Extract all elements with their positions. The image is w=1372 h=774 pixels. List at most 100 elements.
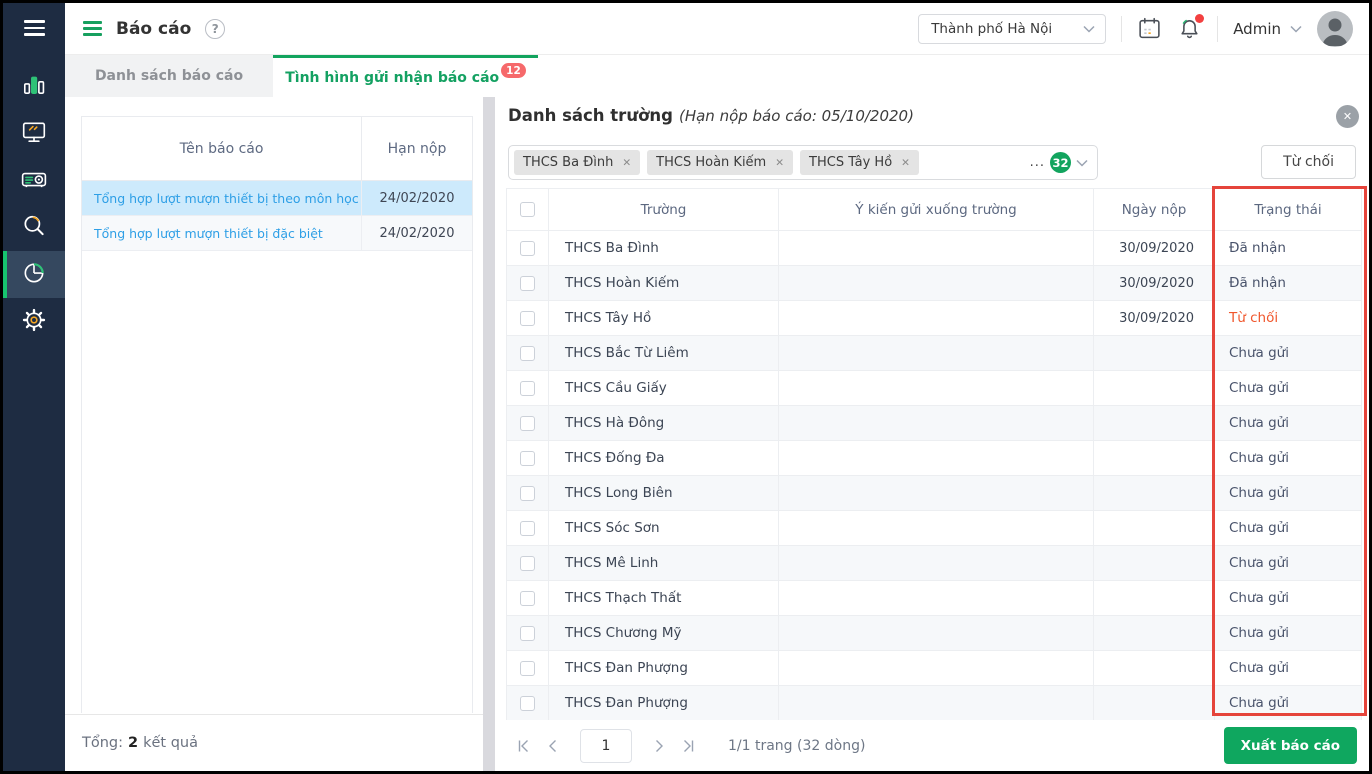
filter-tag: THCS Tây Hồ ✕ — [800, 150, 919, 175]
panel-splitter[interactable] — [483, 97, 495, 771]
report-table-header: Tên báo cáo Hạn nộp — [82, 117, 472, 181]
calendar-icon[interactable] — [1137, 16, 1162, 41]
row-checkbox[interactable] — [520, 695, 535, 711]
status-label: Chưa gửi — [1215, 581, 1362, 616]
tab-send-receive-status[interactable]: Tình hình gửi nhận báo cáo 12 — [273, 55, 538, 97]
status-label: Chưa gửi — [1215, 616, 1362, 651]
export-report-button[interactable]: Xuất báo cáo — [1223, 727, 1357, 764]
row-checkbox[interactable] — [520, 345, 535, 361]
report-table: Tên báo cáo Hạn nộp Tổng hợp lượt mượn t… — [81, 116, 473, 713]
region-select-value: Thành phố Hà Nội — [931, 20, 1053, 37]
notification-bell-icon[interactable] — [1177, 14, 1205, 41]
user-menu[interactable]: Admin — [1233, 20, 1302, 38]
tab-badge: 12 — [501, 63, 526, 78]
sidebar-menu-icon[interactable] — [23, 20, 45, 36]
reject-button[interactable]: Từ chối — [1261, 145, 1356, 179]
submit-date: 30/09/2020 — [1094, 231, 1215, 266]
avatar[interactable] — [1317, 10, 1353, 47]
page-title: Báo cáo — [116, 18, 192, 39]
chevron-down-icon — [1290, 25, 1302, 33]
school-name: THCS Chương Mỹ — [549, 616, 779, 651]
row-checkbox[interactable] — [520, 240, 535, 256]
submit-date — [1094, 581, 1215, 616]
school-filter-multiselect[interactable]: THCS Ba Đình ✕ THCS Hoàn Kiếm ✕ THCS Tây… — [508, 145, 1098, 180]
submit-date — [1094, 476, 1215, 511]
status-label: Chưa gửi — [1215, 441, 1362, 476]
school-name: THCS Đống Đa — [549, 441, 779, 476]
status-label: Chưa gửi — [1215, 476, 1362, 511]
school-comment — [779, 266, 1094, 301]
school-comment — [779, 231, 1094, 266]
school-name: THCS Tây Hồ — [549, 301, 779, 336]
filter-tag: THCS Ba Đình ✕ — [514, 150, 641, 175]
school-comment — [779, 371, 1094, 406]
column-header-comment: Ý kiến gửi xuống trường — [779, 189, 1094, 231]
tag-remove-icon[interactable]: ✕ — [901, 157, 910, 169]
school-name: THCS Cầu Giấy — [549, 371, 779, 406]
school-row: THCS Đan Phượng Chưa gửi — [507, 651, 1362, 686]
close-icon[interactable]: ✕ — [1336, 105, 1359, 128]
row-checkbox[interactable] — [520, 275, 535, 291]
school-comment — [779, 301, 1094, 336]
next-page-icon[interactable] — [644, 738, 674, 754]
row-checkbox[interactable] — [520, 485, 535, 501]
help-icon[interactable]: ? — [205, 18, 226, 39]
report-total-bar: Tổng: 2 kết quả — [65, 714, 483, 771]
row-checkbox[interactable] — [520, 660, 535, 676]
school-table-body: THCS Ba Đình 30/09/2020 Đã nhận THCS Hoà… — [507, 231, 1362, 721]
sidebar-item-reports[interactable] — [3, 251, 65, 298]
school-row: THCS Sóc Sơn Chưa gửi — [507, 511, 1362, 546]
filter-tag: THCS Hoàn Kiếm ✕ — [647, 150, 794, 175]
column-header-school: Trường — [549, 189, 779, 231]
first-page-icon[interactable] — [508, 738, 538, 754]
filter-tag-label: THCS Ba Đình — [523, 155, 614, 170]
prev-page-icon[interactable] — [538, 738, 568, 754]
row-checkbox[interactable] — [520, 555, 535, 571]
report-list-row[interactable]: Tổng hợp lượt mượn thiết bị đặc biệt 24/… — [82, 216, 472, 251]
more-tags-dropdown[interactable]: ... 32 — [1030, 146, 1088, 179]
status-label: Đã nhận — [1215, 266, 1362, 301]
column-header-date: Ngày nộp — [1094, 189, 1215, 231]
sidebar-item-statistics[interactable] — [3, 63, 65, 110]
divider — [1217, 15, 1219, 42]
settings-icon — [21, 307, 47, 337]
submit-date — [1094, 336, 1215, 371]
row-checkbox[interactable] — [520, 450, 535, 466]
row-checkbox[interactable] — [520, 415, 535, 431]
filter-tag-label: THCS Tây Hồ — [809, 155, 893, 170]
school-comment — [779, 581, 1094, 616]
status-label: Đã nhận — [1215, 231, 1362, 266]
school-row: THCS Tây Hồ 30/09/2020 Từ chối — [507, 301, 1362, 336]
sidebar-item-devices[interactable] — [3, 110, 65, 157]
report-name-link[interactable]: Tổng hợp lượt mượn thiết bị đặc biệt — [82, 216, 362, 250]
row-checkbox[interactable] — [520, 310, 535, 326]
tag-remove-icon[interactable]: ✕ — [775, 157, 784, 169]
region-select[interactable]: Thành phố Hà Nội — [918, 13, 1107, 44]
status-label: Chưa gửi — [1215, 511, 1362, 546]
submit-date: 30/09/2020 — [1094, 301, 1215, 336]
row-checkbox[interactable] — [520, 380, 535, 396]
school-row: THCS Mê Linh Chưa gửi — [507, 546, 1362, 581]
sidebar-item-search[interactable] — [3, 204, 65, 251]
school-row: THCS Bắc Từ Liêm Chưa gửi — [507, 336, 1362, 371]
report-list-row[interactable]: Tổng hợp lượt mượn thiết bị theo môn học… — [82, 181, 472, 216]
tag-remove-icon[interactable]: ✕ — [622, 157, 631, 169]
submit-date — [1094, 546, 1215, 581]
page-menu-icon[interactable] — [83, 21, 102, 36]
school-name: THCS Thạch Thất — [549, 581, 779, 616]
panel-title: Danh sách trường (Hạn nộp báo cáo: 05/10/… — [508, 106, 914, 125]
row-checkbox[interactable] — [520, 520, 535, 536]
row-checkbox[interactable] — [520, 590, 535, 606]
last-page-icon[interactable] — [674, 738, 704, 754]
school-row: THCS Đan Phượng Chưa gửi — [507, 686, 1362, 721]
row-checkbox[interactable] — [520, 625, 535, 641]
select-all-checkbox[interactable] — [520, 202, 535, 217]
bar-chart-icon — [21, 72, 47, 102]
sidebar-item-settings[interactable] — [3, 298, 65, 345]
sidebar-item-projector[interactable] — [3, 157, 65, 204]
tab-report-list[interactable]: Danh sách báo cáo — [65, 55, 273, 97]
report-name-link[interactable]: Tổng hợp lượt mượn thiết bị theo môn học — [82, 181, 362, 215]
page-number-input[interactable]: 1 — [580, 728, 632, 763]
status-label: Chưa gửi — [1215, 686, 1362, 721]
submit-date — [1094, 686, 1215, 721]
